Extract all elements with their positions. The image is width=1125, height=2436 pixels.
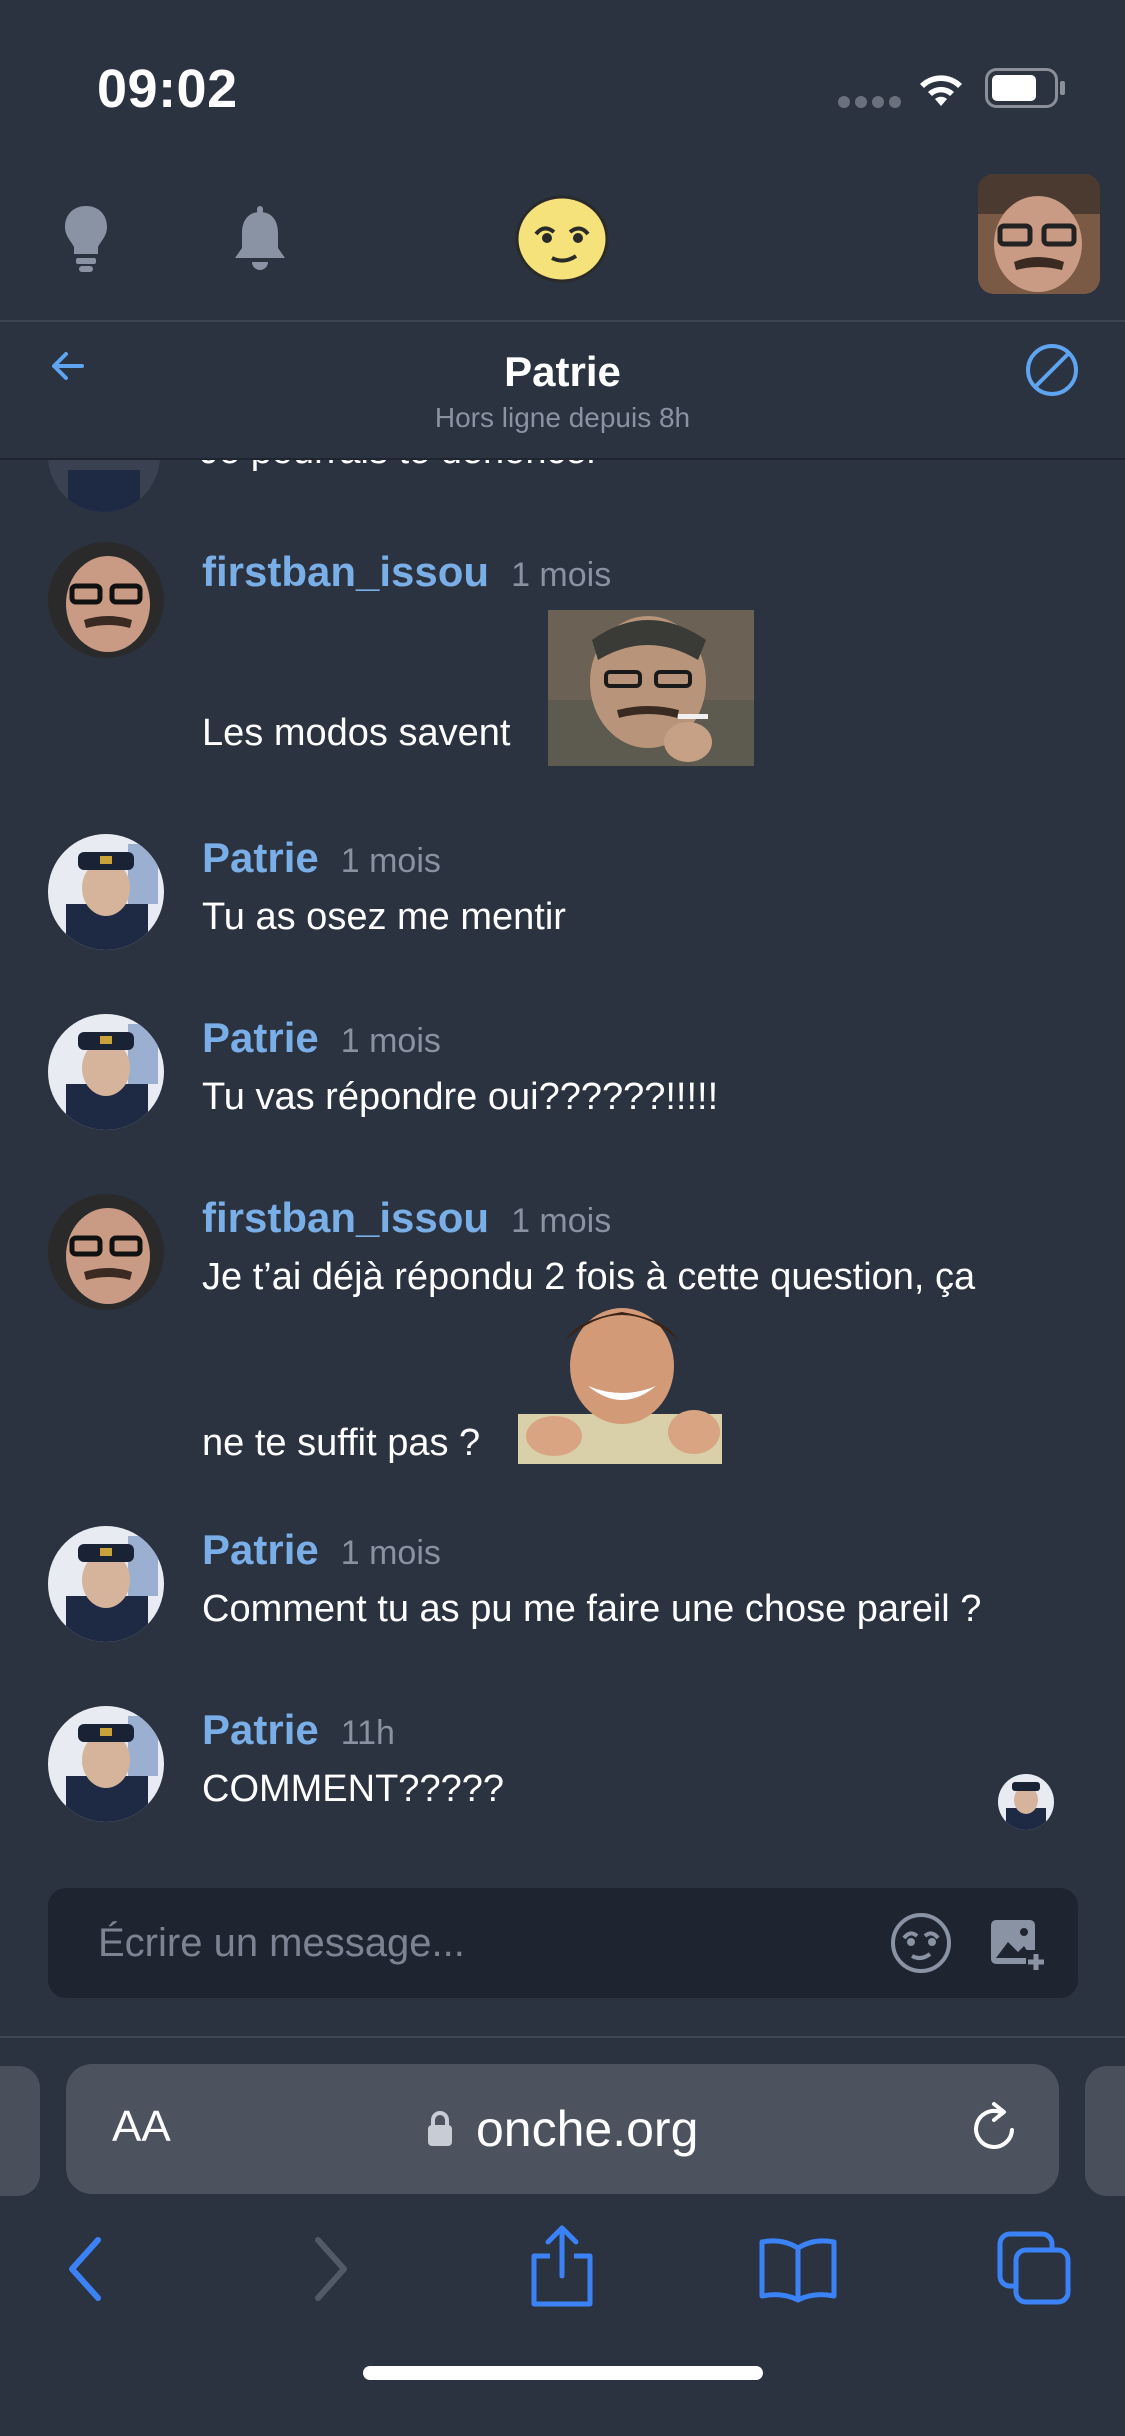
status-bar: 09:02 <box>0 0 1125 160</box>
avatar[interactable] <box>48 1706 164 1822</box>
message-time: 1 mois <box>340 842 441 880</box>
previous-tab-preview[interactable] <box>0 2066 40 2196</box>
conversation-header: Patrie Hors ligne depuis 8h <box>0 322 1125 460</box>
message-author[interactable]: Patrie 1 mois <box>202 1526 441 1574</box>
partial-message-text: Je pourrais te dénoncer <box>200 460 599 473</box>
browser-chrome: AA onche.org <box>0 2036 1125 2436</box>
home-indicator <box>363 2366 763 2380</box>
conversation-title: Patrie <box>504 348 621 395</box>
cellular-signal-icon <box>838 96 901 110</box>
message-author[interactable]: Patrie 1 mois <box>202 834 441 882</box>
message-text: Les modos savent <box>202 712 511 754</box>
avatar[interactable] <box>48 542 164 658</box>
battery-icon <box>985 68 1065 108</box>
message-input[interactable] <box>98 1888 898 1998</box>
message-time: 1 mois <box>340 1022 441 1060</box>
message-author[interactable]: firstban_issou 1 mois <box>202 1194 611 1242</box>
add-image-icon[interactable] <box>988 1914 1046 1972</box>
avatar[interactable] <box>48 1526 164 1642</box>
address-bar[interactable]: AA onche.org <box>66 2064 1059 2194</box>
bell-icon[interactable] <box>232 206 288 272</box>
message-time: 1 mois <box>340 1534 441 1572</box>
message-time: 11h <box>340 1714 395 1752</box>
bookmarks-icon[interactable] <box>758 2234 838 2304</box>
share-icon[interactable] <box>528 2224 596 2308</box>
block-user-icon[interactable] <box>1024 342 1080 398</box>
message-time: 1 mois <box>511 556 612 594</box>
message-text: ne te suffit pas ? <box>202 1422 481 1464</box>
next-tab-preview[interactable] <box>1085 2066 1125 2196</box>
message-list[interactable]: Je pourrais te dénoncer firstban_issou1 … <box>0 460 1125 1860</box>
browser-back-icon[interactable] <box>62 2234 112 2304</box>
profile-avatar[interactable] <box>978 174 1100 294</box>
message-text: Tu as osez me mentir <box>202 896 566 938</box>
reload-icon[interactable] <box>966 2100 1022 2156</box>
avatar[interactable] <box>48 1194 164 1310</box>
message-text: COMMENT????? <box>202 1768 504 1810</box>
message-author[interactable]: Patrie 11h <box>202 1706 395 1754</box>
browser-forward-icon[interactable] <box>304 2234 354 2304</box>
status-time: 09:02 <box>97 59 238 119</box>
laughing-man-sticker <box>518 1304 722 1464</box>
top-navigation <box>0 160 1125 322</box>
message-author[interactable]: Patrie 1 mois <box>202 1014 441 1062</box>
avatar[interactable] <box>48 1014 164 1130</box>
smoking-man-sticker <box>548 610 754 766</box>
lightbulb-icon[interactable] <box>62 204 110 274</box>
avatar[interactable] <box>48 834 164 950</box>
avatar <box>48 460 160 512</box>
conversation-status: Hors ligne depuis 8h <box>434 402 691 433</box>
message-text: Comment tu as pu me faire une chose pare… <box>202 1588 982 1630</box>
smiley-logo-icon[interactable] <box>514 194 610 284</box>
wifi-icon <box>920 75 962 106</box>
message-composer <box>48 1888 1078 1998</box>
read-receipt-avatar <box>998 1774 1054 1830</box>
message-time: 1 mois <box>511 1202 612 1240</box>
lock-icon <box>428 2111 452 2146</box>
message-text: Je t’ai déjà répondu 2 fois à cette ques… <box>202 1256 976 1298</box>
message-author[interactable]: firstban_issou 1 mois <box>202 548 611 596</box>
message-text: Tu vas répondre oui??????!!!!! <box>202 1076 719 1118</box>
text-size-button[interactable]: AA <box>112 2102 171 2152</box>
tabs-icon[interactable] <box>996 2230 1072 2306</box>
url-text: onche.org <box>476 2101 699 2157</box>
emoji-picker-icon[interactable] <box>890 1912 952 1974</box>
